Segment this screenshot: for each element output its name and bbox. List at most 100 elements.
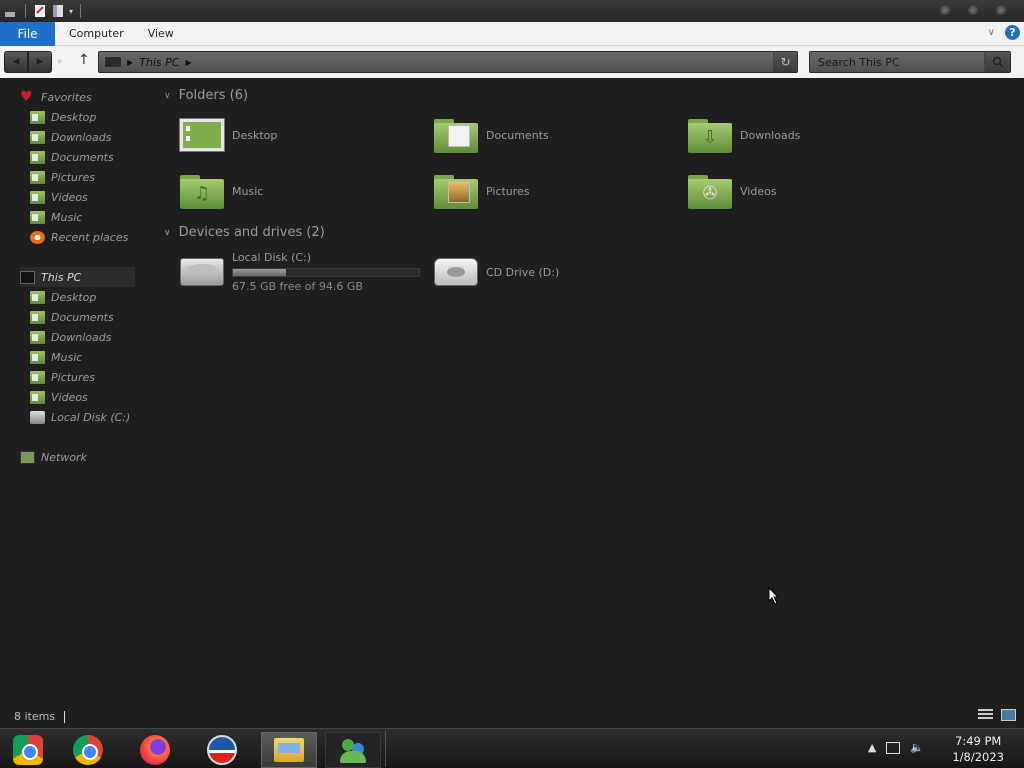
breadcrumb[interactable]: This PC [139, 56, 179, 69]
downloads-folder-icon [30, 130, 45, 144]
chevron-right-icon[interactable]: ▶ [185, 58, 191, 67]
folder-label: Videos [740, 184, 777, 198]
drive-tile-cd[interactable]: CD Drive (D:) [434, 250, 684, 294]
music-folder-icon [30, 350, 45, 364]
recent-places-icon [30, 230, 45, 244]
clock-time: 7:49 PM [955, 734, 1002, 748]
music-folder-icon: ♫ [180, 173, 224, 209]
folders-group-header[interactable]: ∨ Folders (6) [164, 88, 248, 103]
sidebar-item-desktop[interactable]: Desktop [30, 107, 96, 127]
sidebar-item-label: Pictures [51, 170, 96, 184]
sidebar-item-label: Documents [51, 150, 114, 164]
sidebar-item-pictures[interactable]: Pictures [30, 167, 95, 187]
clock[interactable]: 7:49 PM 1/8/2023 [952, 733, 1004, 765]
toolbar-divider [25, 4, 26, 18]
refresh-button[interactable]: ↻ [773, 52, 797, 72]
devices-group-header[interactable]: ∨ Devices and drives (2) [164, 225, 325, 240]
documents-folder-icon [30, 150, 45, 164]
taskbar-chrome[interactable] [60, 732, 116, 768]
sidebar-item-documents[interactable]: Documents [30, 147, 114, 167]
close-button[interactable] [996, 5, 1006, 15]
recent-locations-icon[interactable]: ▸ [58, 56, 63, 67]
folder-label: Desktop [232, 128, 278, 142]
network-icon [20, 450, 35, 464]
sidebar-item-videos[interactable]: Videos [30, 187, 88, 207]
sidebar-item-label: Downloads [51, 330, 112, 344]
address-bar[interactable]: ▶ This PC ▶ ↻ [98, 51, 798, 73]
folder-tile-music[interactable]: ♫ Music [180, 169, 430, 213]
taskbar-vpn[interactable] [194, 732, 250, 768]
search-input[interactable] [810, 52, 985, 72]
drive-name: Local Disk (C:) [232, 251, 312, 264]
maximize-button[interactable] [968, 5, 978, 15]
help-icon[interactable]: ? [1005, 25, 1020, 40]
taskbar-users[interactable] [325, 732, 381, 768]
drive-tile-local-disk[interactable]: Local Disk (C:) 67.5 GB free of 94.6 GB [180, 250, 430, 294]
details-view-icon[interactable] [978, 709, 993, 721]
sidebar-item-music[interactable]: Music [30, 207, 82, 227]
search-button[interactable] [984, 52, 1010, 72]
folder-tile-desktop[interactable]: Desktop [180, 113, 430, 157]
navigation-pane: ♥ Favorites Desktop Downloads Documents … [0, 80, 150, 700]
sidebar-item-label: Local Disk (C:) [51, 410, 131, 424]
drive-free-space: 67.5 GB free of 94.6 GB [232, 280, 363, 293]
sidebar-item-music[interactable]: Music [30, 347, 82, 367]
refresh-icon: ↻ [780, 55, 791, 69]
customize-dropdown-icon[interactable]: ▾ [69, 7, 73, 16]
sidebar-item-local-disk[interactable]: Local Disk (C:) [30, 407, 130, 427]
sidebar-item-label: Favorites [41, 90, 92, 104]
view-switcher [978, 709, 1016, 721]
sidebar-item-videos[interactable]: Videos [30, 387, 88, 407]
folder-label: Pictures [486, 184, 530, 198]
sidebar-this-pc[interactable]: This PC [20, 267, 135, 287]
desktop-folder-icon [30, 290, 45, 304]
sidebar-item-label: Videos [51, 390, 88, 404]
network-status-icon[interactable] [886, 741, 901, 754]
sidebar-item-downloads[interactable]: Downloads [30, 127, 111, 147]
taskbar-chromium[interactable] [0, 732, 56, 768]
new-folder-icon[interactable] [51, 4, 65, 18]
desktop-folder-icon [180, 119, 224, 151]
collapse-chevron-icon[interactable]: ∨ [164, 228, 171, 238]
taskbar-divider [385, 731, 386, 767]
volume-icon[interactable]: 🔈 [910, 741, 924, 754]
sidebar-item-recent-places[interactable]: Recent places [30, 227, 128, 247]
sidebar-item-label: Desktop [51, 290, 97, 304]
back-button[interactable]: ◀ [4, 51, 28, 73]
chevron-right-icon[interactable]: ▶ [127, 58, 133, 67]
up-arrow-icon[interactable]: ↑ [78, 52, 90, 68]
back-forward-buttons: ◀ ▶ [4, 51, 52, 73]
drive-info: Local Disk (C:) 67.5 GB free of 94.6 GB [232, 251, 420, 293]
tab-computer[interactable]: Computer [55, 22, 136, 46]
sidebar-item-desktop[interactable]: Desktop [30, 287, 96, 307]
sidebar-item-label: Music [51, 210, 83, 224]
folder-tile-downloads[interactable]: ⇩ Downloads [688, 113, 938, 157]
navigation-bar: ◀ ▶ ▸ ↑ ▶ This PC ▶ ↻ [0, 46, 1024, 78]
properties-icon[interactable] [33, 4, 47, 18]
sidebar-favorites[interactable]: ♥ Favorites [20, 87, 92, 107]
minimize-button[interactable] [940, 5, 950, 15]
expand-ribbon-icon[interactable]: ∨ [988, 27, 995, 38]
forward-button[interactable]: ▶ [28, 51, 52, 73]
sidebar-item-pictures[interactable]: Pictures [30, 367, 95, 387]
mouse-cursor-icon [768, 587, 780, 605]
folder-tile-pictures[interactable]: Pictures [434, 169, 684, 213]
sidebar-item-label: Videos [51, 190, 88, 204]
taskbar: ▲ 🔈 7:49 PM 1/8/2023 [0, 728, 1024, 768]
tab-file[interactable]: File [0, 21, 55, 46]
large-icons-view-icon[interactable] [1001, 709, 1016, 721]
system-menu-icon[interactable] [4, 4, 18, 18]
file-explorer-icon [274, 738, 304, 762]
collapse-chevron-icon[interactable]: ∨ [164, 91, 171, 101]
sidebar-item-downloads[interactable]: Downloads [30, 327, 111, 347]
sidebar-item-label: Desktop [51, 110, 97, 124]
show-hidden-icons-icon[interactable]: ▲ [868, 741, 876, 754]
tab-view[interactable]: View [136, 22, 186, 46]
sidebar-network[interactable]: Network [20, 447, 87, 467]
content-pane: ∨ Folders (6) Desktop Documents ⇩ Downlo… [160, 80, 1024, 700]
folder-tile-videos[interactable]: ✇ Videos [688, 169, 938, 213]
taskbar-file-explorer[interactable] [261, 732, 317, 768]
sidebar-item-documents[interactable]: Documents [30, 307, 114, 327]
folder-tile-documents[interactable]: Documents [434, 113, 684, 157]
taskbar-firefox[interactable] [127, 732, 183, 768]
